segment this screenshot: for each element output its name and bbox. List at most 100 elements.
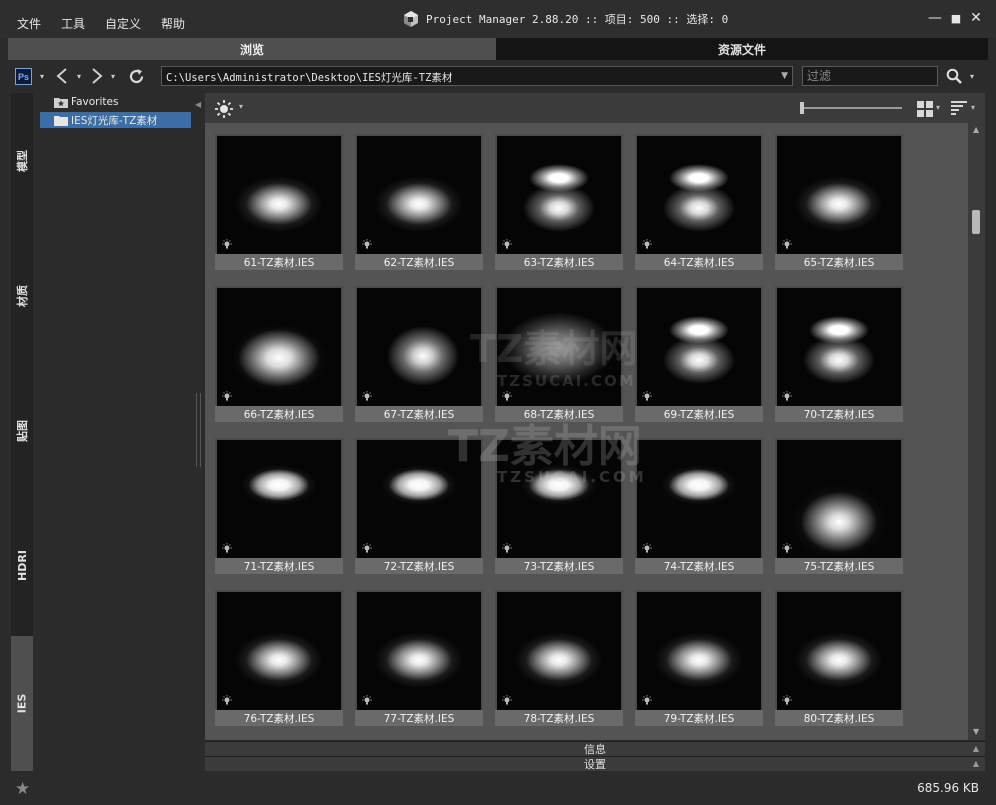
- panel-splitter[interactable]: ◀: [193, 93, 205, 771]
- menu-file[interactable]: 文件: [17, 15, 41, 32]
- asset-name: 79-TZ素材.IES: [635, 710, 763, 726]
- info-panel-label: 信息: [584, 743, 606, 756]
- menu-customize[interactable]: 自定义: [105, 15, 141, 32]
- vtab-models[interactable]: 模型: [11, 93, 33, 228]
- ies-thumbnail[interactable]: [357, 592, 481, 710]
- ies-thumbnail[interactable]: [777, 288, 901, 406]
- asset-card[interactable]: 77-TZ素材.IES: [355, 590, 483, 726]
- path-dropdown-chevron-icon[interactable]: ▼: [781, 71, 788, 81]
- thumbnail-size-slider[interactable]: [800, 102, 902, 114]
- vtab-textures[interactable]: 贴图: [11, 363, 33, 498]
- view-mode-chevron-icon[interactable]: ▾: [936, 103, 940, 112]
- asset-card[interactable]: 67-TZ素材.IES: [355, 286, 483, 422]
- ies-thumbnail[interactable]: [637, 288, 761, 406]
- light-distribution-preview: [497, 592, 621, 710]
- asset-card[interactable]: 61-TZ素材.IES: [215, 134, 343, 270]
- app-dropdown-chevron-icon[interactable]: ▾: [37, 66, 47, 86]
- ies-thumbnail[interactable]: [497, 136, 621, 254]
- path-combobox[interactable]: C:\Users\Administrator\Desktop\IES灯光库-TZ…: [161, 66, 793, 86]
- light-distribution-preview: [217, 440, 341, 558]
- ies-thumbnail[interactable]: [637, 136, 761, 254]
- tab-browse[interactable]: 浏览: [8, 38, 496, 60]
- status-file-size: 685.96 KB: [917, 781, 979, 795]
- menu-help[interactable]: 帮助: [161, 15, 185, 32]
- filter-field[interactable]: [802, 66, 938, 86]
- filter-input[interactable]: [803, 67, 937, 85]
- photoshop-icon[interactable]: Ps: [15, 68, 32, 85]
- search-options-chevron-icon[interactable]: ▾: [967, 66, 977, 86]
- vtab-ies[interactable]: IES: [11, 636, 33, 771]
- asset-card[interactable]: 66-TZ素材.IES: [215, 286, 343, 422]
- scroll-thumb[interactable]: [972, 210, 980, 234]
- ies-thumbnail[interactable]: [357, 440, 481, 558]
- asset-name: 68-TZ素材.IES: [495, 406, 623, 422]
- collapse-left-icon[interactable]: ◀: [195, 100, 201, 109]
- settings-panel-header[interactable]: 设置 ▲: [205, 756, 985, 771]
- sort-icon[interactable]: [951, 101, 967, 118]
- splitter-grip[interactable]: [196, 393, 201, 467]
- forward-arrow-icon[interactable]: [87, 66, 107, 86]
- menu-tools[interactable]: 工具: [61, 15, 85, 32]
- light-bulb-icon: [221, 543, 233, 555]
- asset-card[interactable]: 78-TZ素材.IES: [495, 590, 623, 726]
- asset-card[interactable]: 73-TZ素材.IES: [495, 438, 623, 574]
- ies-thumbnail[interactable]: [777, 592, 901, 710]
- folder-tree: Favorites IES灯光库-TZ素材: [37, 93, 193, 771]
- asset-card[interactable]: 69-TZ素材.IES: [635, 286, 763, 422]
- close-button[interactable]: ✕: [966, 8, 986, 28]
- asset-card[interactable]: 65-TZ素材.IES: [775, 134, 903, 270]
- scroll-down-icon[interactable]: ▼: [973, 727, 979, 736]
- ies-thumbnail[interactable]: [777, 440, 901, 558]
- asset-card[interactable]: 79-TZ素材.IES: [635, 590, 763, 726]
- asset-card[interactable]: 71-TZ素材.IES: [215, 438, 343, 574]
- ies-thumbnail[interactable]: [217, 136, 341, 254]
- star-icon[interactable]: ★: [15, 779, 30, 799]
- search-icon[interactable]: [944, 66, 964, 86]
- asset-card[interactable]: 70-TZ素材.IES: [775, 286, 903, 422]
- back-history-chevron-icon[interactable]: ▾: [74, 66, 84, 86]
- asset-card[interactable]: 68-TZ素材.IES: [495, 286, 623, 422]
- tab-asset-files[interactable]: 资源文件: [496, 38, 988, 60]
- asset-card[interactable]: 64-TZ素材.IES: [635, 134, 763, 270]
- grid-view-icon[interactable]: [917, 101, 933, 120]
- asset-card[interactable]: 63-TZ素材.IES: [495, 134, 623, 270]
- ies-thumbnail[interactable]: [497, 440, 621, 558]
- light-distribution-preview: [357, 136, 481, 254]
- slider-handle[interactable]: [800, 102, 804, 114]
- scroll-up-icon[interactable]: ▲: [973, 125, 979, 134]
- ies-thumbnail[interactable]: [637, 592, 761, 710]
- sort-options-chevron-icon[interactable]: ▾: [971, 103, 975, 112]
- back-arrow-icon[interactable]: [52, 66, 72, 86]
- light-bulb-icon[interactable]: [214, 99, 234, 122]
- asset-card[interactable]: 62-TZ素材.IES: [355, 134, 483, 270]
- light-options-chevron-icon[interactable]: ▾: [239, 102, 243, 111]
- ies-thumbnail[interactable]: [637, 440, 761, 558]
- maximize-button[interactable]: ■: [946, 8, 966, 28]
- vtab-hdri[interactable]: HDRI: [11, 498, 33, 633]
- ies-thumbnail[interactable]: [357, 136, 481, 254]
- ies-thumbnail[interactable]: [217, 440, 341, 558]
- asset-card[interactable]: 74-TZ素材.IES: [635, 438, 763, 574]
- ies-thumbnail[interactable]: [777, 136, 901, 254]
- tree-item-favorites[interactable]: Favorites: [54, 94, 118, 110]
- refresh-icon[interactable]: [126, 66, 146, 86]
- asset-name: 63-TZ素材.IES: [495, 254, 623, 270]
- asset-card[interactable]: 72-TZ素材.IES: [355, 438, 483, 574]
- minimize-button[interactable]: —: [925, 8, 945, 28]
- vtab-materials[interactable]: 材质: [11, 228, 33, 363]
- ies-thumbnail[interactable]: [357, 288, 481, 406]
- info-panel-header[interactable]: 信息 ▲: [205, 741, 985, 756]
- grid-scrollbar[interactable]: ▲ ▼: [968, 123, 985, 740]
- asset-card[interactable]: 75-TZ素材.IES: [775, 438, 903, 574]
- asset-card[interactable]: 80-TZ素材.IES: [775, 590, 903, 726]
- expand-up-icon[interactable]: ▲: [973, 744, 979, 753]
- expand-up-icon[interactable]: ▲: [973, 759, 979, 768]
- tree-item-ies-library[interactable]: IES灯光库-TZ素材: [40, 112, 191, 128]
- ies-thumbnail[interactable]: [217, 288, 341, 406]
- path-text[interactable]: C:\Users\Administrator\Desktop\IES灯光库-TZ…: [166, 70, 452, 85]
- ies-thumbnail[interactable]: [497, 288, 621, 406]
- ies-thumbnail[interactable]: [217, 592, 341, 710]
- forward-history-chevron-icon[interactable]: ▾: [108, 66, 118, 86]
- ies-thumbnail[interactable]: [497, 592, 621, 710]
- asset-card[interactable]: 76-TZ素材.IES: [215, 590, 343, 726]
